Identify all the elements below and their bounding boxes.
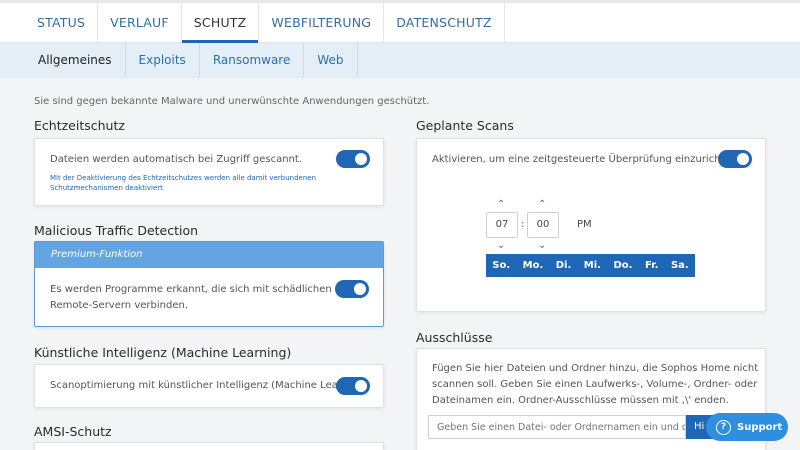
support-button[interactable]: ? Support (706, 413, 788, 441)
amsi-title: AMSI-Schutz (34, 424, 112, 439)
realtime-title: Echtzeitschutz (34, 118, 125, 133)
subtab-exploits[interactable]: Exploits (126, 43, 200, 78)
subtab-ransomware[interactable]: Ransomware (200, 43, 305, 78)
subtab-web[interactable]: Web (304, 43, 358, 78)
day-thursday[interactable]: Do. (613, 260, 632, 271)
ml-text: Scanoptimierung mit künstlicher Intellig… (50, 380, 371, 391)
main-tabs: STATUS VERLAUF SCHUTZ WEBFILTERUNG DATEN… (0, 3, 800, 43)
support-label: Support (737, 421, 783, 433)
question-icon: ? (716, 419, 731, 435)
scans-toggle[interactable] (718, 150, 752, 168)
realtime-text: Dateien werden automatisch bei Zugriff g… (50, 154, 302, 165)
ml-toggle[interactable] (336, 377, 370, 395)
premium-badge: Premium-Funktion (35, 242, 383, 268)
tab-verlauf[interactable]: VERLAUF (98, 3, 182, 42)
amsi-card (34, 442, 384, 450)
tab-webfilterung[interactable]: WEBFILTERUNG (259, 3, 385, 42)
toggle-knob (354, 283, 366, 295)
minute-input[interactable]: 00 (527, 212, 559, 238)
toggle-knob (355, 380, 367, 392)
subtab-allgemeines[interactable]: Allgemeines (25, 43, 126, 78)
protection-status-message: Sie sind gegen bekannte Malware und uner… (34, 96, 430, 107)
exclusions-text-line2: scannen soll. Geben Sie einen Laufwerks-… (432, 379, 758, 390)
hour-up-icon[interactable]: ⌃ (497, 199, 505, 210)
exclusions-text-line1: Fügen Sie hier Dateien und Ordner hinzu,… (432, 363, 759, 374)
tab-status[interactable]: STATUS (25, 3, 99, 42)
minute-down-icon[interactable]: ⌄ (538, 240, 546, 251)
ml-title: Künstliche Intelligenz (Machine Learning… (34, 345, 292, 360)
tab-schutz[interactable]: SCHUTZ (181, 3, 260, 43)
realtime-card: Dateien werden automatisch bei Zugriff g… (34, 138, 384, 206)
time-separator: : (521, 219, 525, 230)
period-label[interactable]: PM (577, 219, 592, 230)
minute-up-icon[interactable]: ⌃ (538, 199, 546, 210)
tab-datenschutz[interactable]: DATENSCHUTZ (384, 3, 505, 42)
exclusions-title: Ausschlüsse (416, 330, 493, 345)
traffic-title: Malicious Traffic Detection (34, 223, 199, 238)
exclusions-text-line3: Dateinamen ein. Ordner-Ausschlüsse müsse… (432, 395, 729, 406)
hour-input[interactable]: 07 (486, 212, 518, 238)
day-friday[interactable]: Fr. (645, 260, 659, 271)
day-monday[interactable]: Mo. (523, 260, 544, 271)
realtime-toggle[interactable] (336, 150, 370, 168)
realtime-note-line1: Mit der Deaktivierung des Echtzeitschutz… (50, 174, 317, 182)
realtime-note-line2: Schutzmechanismen deaktiviert (50, 184, 163, 192)
traffic-toggle[interactable] (335, 280, 369, 298)
scans-text: Aktivieren, um eine zeitgesteuerte Überp… (432, 154, 741, 165)
toggle-knob (737, 153, 749, 165)
ml-card: Scanoptimierung mit künstlicher Intellig… (34, 364, 384, 408)
day-tuesday[interactable]: Di. (556, 260, 572, 271)
hour-down-icon[interactable]: ⌄ (497, 240, 505, 251)
toggle-knob (355, 153, 367, 165)
traffic-text-line1: Es werden Programme erkannt, die sich mi… (50, 284, 332, 295)
traffic-card: Premium-Funktion Es werden Programme erk… (34, 241, 384, 327)
day-wednesday[interactable]: Mi. (584, 260, 601, 271)
weekday-selector: So. Mo. Di. Mi. Do. Fr. Sa. (486, 254, 695, 277)
day-saturday[interactable]: Sa. (671, 260, 689, 271)
scans-title: Geplante Scans (416, 118, 514, 133)
sub-tabs: Allgemeines Exploits Ransomware Web (0, 43, 800, 78)
exclusion-path-input[interactable] (428, 415, 686, 439)
traffic-text-line2: Remote-Servern verbinden. (50, 300, 188, 311)
day-sunday[interactable]: So. (492, 260, 510, 271)
